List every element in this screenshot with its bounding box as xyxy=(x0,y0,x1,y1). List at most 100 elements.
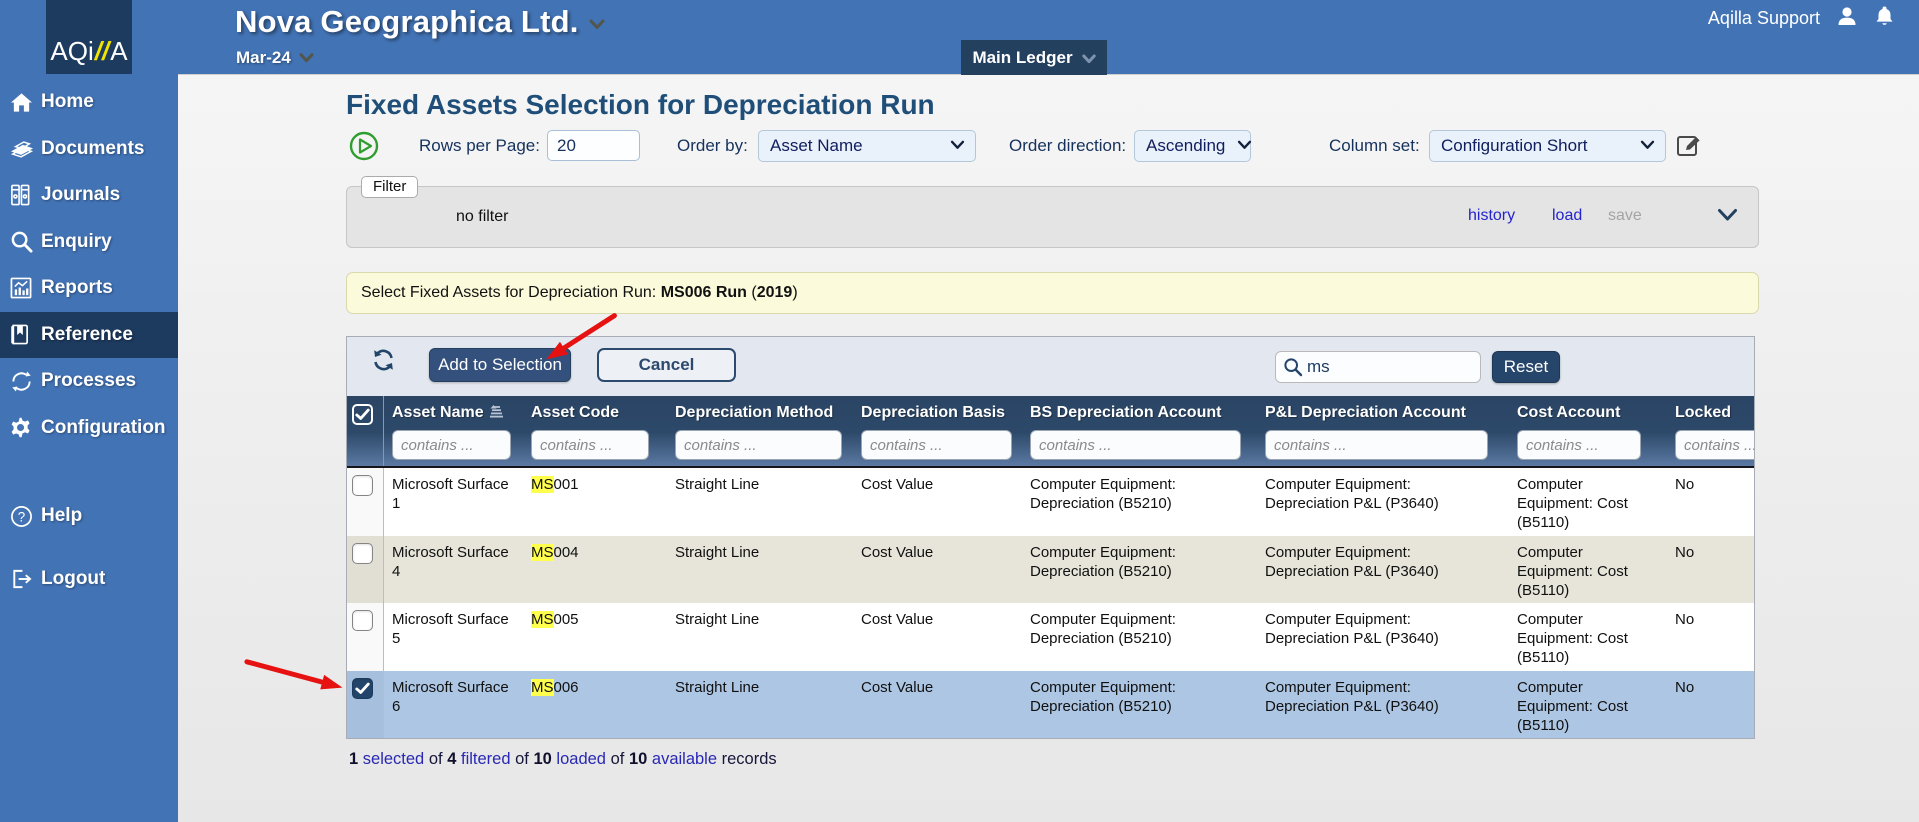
sidebar-item-reports[interactable]: Reports xyxy=(0,265,178,312)
sidebar-item-label: Journals xyxy=(41,184,120,206)
cell-locked: No xyxy=(1667,468,1756,536)
column-header-bs-depreciation-account[interactable]: BS Depreciation Account xyxy=(1030,404,1221,422)
home-icon xyxy=(10,92,40,113)
banner-year: 2019 xyxy=(757,284,793,301)
sidebar-item-help[interactable]: ? Help xyxy=(0,493,178,540)
sidebar-item-enquiry[interactable]: Enquiry xyxy=(0,219,178,266)
filter-history-link[interactable]: history xyxy=(1468,207,1515,225)
column-header-cost-account[interactable]: Cost Account xyxy=(1517,404,1620,422)
table-header: Asset Name Asset Code Depreciation Metho… xyxy=(347,396,1754,468)
column-header-locked[interactable]: Locked xyxy=(1675,404,1731,422)
row-checkbox[interactable] xyxy=(352,610,373,631)
filter-collapse-icon[interactable] xyxy=(1717,208,1738,227)
cell-depreciation-basis: Cost Value xyxy=(853,671,1022,739)
filter-input-asset-name[interactable] xyxy=(392,430,511,460)
filter-input-cost-account[interactable] xyxy=(1517,430,1641,460)
column-header-depreciation-basis[interactable]: Depreciation Basis xyxy=(861,404,1005,422)
table-search-input[interactable] xyxy=(1307,357,1457,377)
reset-button[interactable]: Reset xyxy=(1492,351,1560,383)
logo-text-left: AQi xyxy=(50,36,93,66)
banner-run-name: MS006 Run xyxy=(661,284,747,301)
column-header-asset-name[interactable]: Asset Name xyxy=(392,404,484,422)
assets-table: Add to Selection Cancel Reset Asset Name… xyxy=(346,336,1755,739)
row-checkbox-checked[interactable] xyxy=(352,678,373,699)
order-direction-select[interactable]: Ascending xyxy=(1134,130,1251,162)
filter-input-pl-depreciation-account[interactable] xyxy=(1265,430,1488,460)
magnifier-icon xyxy=(10,230,40,253)
edit-icon[interactable] xyxy=(1676,132,1702,163)
filter-input-locked[interactable] xyxy=(1675,430,1754,460)
chevron-down-icon xyxy=(1237,137,1252,155)
sidebar-item-configuration[interactable]: Configuration xyxy=(0,405,178,452)
cell-depreciation-method: Straight Line xyxy=(667,671,853,739)
cell-pl-account: Computer Equipment: Depreciation P&L (P3… xyxy=(1265,678,1490,716)
order-by-label: Order by: xyxy=(677,136,748,156)
book-icon xyxy=(10,323,40,346)
cell-asset-name: Microsoft Surface 4 xyxy=(392,543,515,581)
sidebar-item-documents[interactable]: Documents xyxy=(0,126,178,173)
sort-ascending-icon xyxy=(489,405,504,423)
cell-cost-account: Computer Equipment: Cost (B5110) xyxy=(1517,543,1642,600)
table-search-box[interactable] xyxy=(1275,351,1481,383)
cell-pl-account: Computer Equipment: Depreciation P&L (P3… xyxy=(1265,543,1490,581)
cell-depreciation-basis: Cost Value xyxy=(853,468,1022,536)
sidebar-bottom-nav: ? Help Logout xyxy=(0,493,178,602)
order-by-select[interactable]: Asset Name xyxy=(758,130,976,162)
chevron-down-icon xyxy=(1640,137,1655,155)
page-title: Fixed Assets Selection for Depreciation … xyxy=(346,89,935,121)
documents-icon xyxy=(10,138,40,159)
filter-empty-text: no filter xyxy=(456,208,508,226)
chevron-down-icon[interactable] xyxy=(299,50,314,68)
journals-icon xyxy=(10,184,40,206)
user-icon[interactable] xyxy=(1836,5,1858,32)
column-set-select[interactable]: Configuration Short xyxy=(1429,130,1666,162)
app-logo[interactable]: AQi//A xyxy=(46,0,132,74)
filter-input-depreciation-method[interactable] xyxy=(675,430,842,460)
cell-cost-account: Computer Equipment: Cost (B5110) xyxy=(1517,475,1642,532)
filter-load-link[interactable]: load xyxy=(1552,207,1582,225)
sidebar-item-label: Home xyxy=(41,91,94,113)
cell-asset-code: MS006 xyxy=(523,671,667,739)
column-header-asset-code[interactable]: Asset Code xyxy=(531,404,619,422)
filter-input-asset-code[interactable] xyxy=(531,430,649,460)
cell-depreciation-method: Straight Line xyxy=(667,468,853,536)
column-header-pl-depreciation-account[interactable]: P&L Depreciation Account xyxy=(1265,404,1466,422)
column-header-depreciation-method[interactable]: Depreciation Method xyxy=(675,404,833,422)
row-checkbox[interactable] xyxy=(352,475,373,496)
records-summary: 1 selected of 4 filtered of 10 loaded of… xyxy=(349,750,777,769)
refresh-icon[interactable] xyxy=(371,348,396,377)
bell-icon[interactable] xyxy=(1875,5,1894,32)
cell-pl-account: Computer Equipment: Depreciation P&L (P3… xyxy=(1265,610,1490,648)
table-row[interactable]: Microsoft Surface 5 MS005 Straight Line … xyxy=(347,603,1754,671)
cell-bs-account: Computer Equipment: Depreciation (B5210) xyxy=(1030,475,1242,513)
cell-bs-account: Computer Equipment: Depreciation (B5210) xyxy=(1030,610,1242,648)
select-all-checkbox[interactable] xyxy=(352,404,373,425)
add-to-selection-button[interactable]: Add to Selection xyxy=(429,348,571,382)
sidebar-item-journals[interactable]: Journals xyxy=(0,172,178,219)
cell-depreciation-method: Straight Line xyxy=(667,603,853,671)
run-icon[interactable] xyxy=(349,131,379,161)
cell-asset-code: MS005 xyxy=(523,603,667,671)
row-checkbox[interactable] xyxy=(352,543,373,564)
sidebar: AQi//A Home Documents Journals Enquiry xyxy=(0,0,178,822)
table-toolbar: Add to Selection Cancel Reset xyxy=(347,337,1754,396)
filter-input-bs-depreciation-account[interactable] xyxy=(1030,430,1241,460)
selection-banner: Select Fixed Assets for Depreciation Run… xyxy=(346,272,1759,314)
table-row[interactable]: Microsoft Surface 1 MS001 Straight Line … xyxy=(347,468,1754,536)
table-row[interactable]: Microsoft Surface 4 MS004 Straight Line … xyxy=(347,536,1754,604)
rows-per-page-input[interactable] xyxy=(547,130,640,161)
cell-asset-code: MS001 xyxy=(523,468,667,536)
sidebar-item-reference[interactable]: Reference xyxy=(0,312,178,359)
order-direction-value: Ascending xyxy=(1135,136,1225,156)
sidebar-item-logout[interactable]: Logout xyxy=(0,556,178,603)
cell-cost-account: Computer Equipment: Cost (B5110) xyxy=(1517,678,1642,735)
table-row-selected[interactable]: Microsoft Surface 6 MS006 Straight Line … xyxy=(347,671,1754,739)
filter-panel: Filter no filter history load save xyxy=(346,186,1759,248)
sidebar-item-processes[interactable]: Processes xyxy=(0,358,178,405)
cell-depreciation-method: Straight Line xyxy=(667,536,853,604)
sidebar-item-home[interactable]: Home xyxy=(0,79,178,126)
cancel-button[interactable]: Cancel xyxy=(597,348,736,382)
filter-legend: Filter xyxy=(361,176,418,198)
filter-input-depreciation-basis[interactable] xyxy=(861,430,1012,460)
order-by-value: Asset Name xyxy=(759,136,938,156)
